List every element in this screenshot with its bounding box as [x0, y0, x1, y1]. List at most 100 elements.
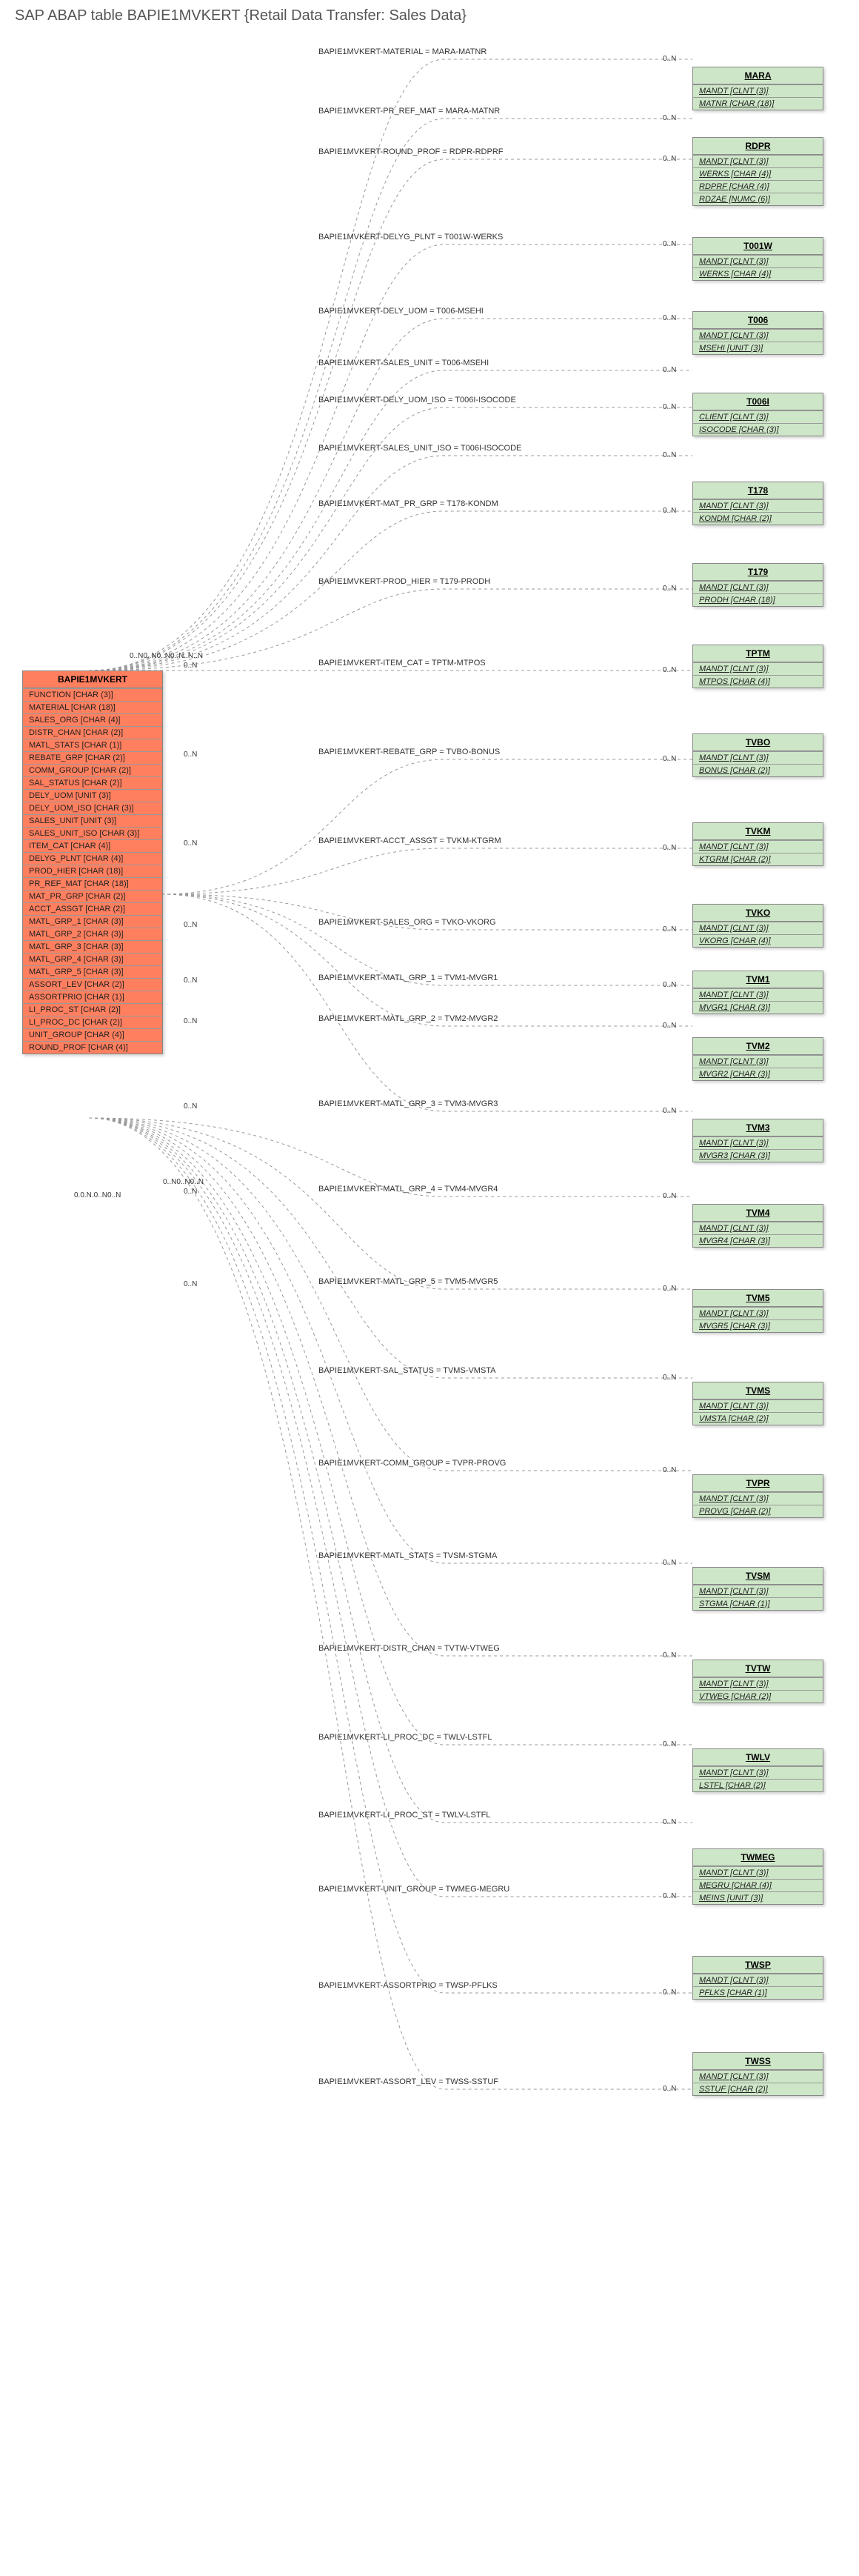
source-field: MATL_GRP_4 [CHAR (3)] — [23, 953, 162, 965]
target-field: MANDT [CLNT (3)] — [693, 662, 823, 675]
target-field: MANDT [CLNT (3)] — [693, 988, 823, 1001]
target-field: MANDT [CLNT (3)] — [693, 499, 823, 512]
target-table-tvm5: TVM5MANDT [CLNT (3)]MVGR5 [CHAR (3)] — [692, 1289, 823, 1333]
target-table-name: TPTM — [693, 645, 823, 662]
target-table-name: TVM2 — [693, 1038, 823, 1055]
target-table-tvm2: TVM2MANDT [CLNT (3)]MVGR2 [CHAR (3)] — [692, 1037, 823, 1081]
relation-label: BAPIE1MVKERT-SALES_ORG = TVKO-VKORG — [318, 918, 496, 927]
target-field: VMSTA [CHAR (2)] — [693, 1412, 823, 1425]
relation-label: BAPIE1MVKERT-REBATE_GRP = TVBO-BONUS — [318, 748, 500, 756]
target-field: PFLKS [CHAR (1)] — [693, 1986, 823, 1999]
target-field: MANDT [CLNT (3)] — [693, 922, 823, 934]
source-field: DISTR_CHAN [CHAR (2)] — [23, 726, 162, 739]
target-field: SSTUF [CHAR (2)] — [693, 2083, 823, 2095]
target-field: WERKS [CHAR (4)] — [693, 167, 823, 180]
target-table-name: TVSM — [693, 1568, 823, 1585]
cardinality-right: 0..N — [663, 314, 676, 322]
target-field: PROVG [CHAR (2)] — [693, 1505, 823, 1517]
source-table-name: BAPIE1MVKERT — [23, 671, 162, 688]
target-field: MANDT [CLNT (3)] — [693, 155, 823, 167]
relation-label: BAPIE1MVKERT-ROUND_PROF = RDPR-RDPRF — [318, 147, 503, 156]
target-field: MANDT [CLNT (3)] — [693, 2070, 823, 2083]
target-field: CLIENT [CLNT (3)] — [693, 410, 823, 423]
target-field: MANDT [CLNT (3)] — [693, 255, 823, 267]
cardinality-right: 0..N — [663, 1022, 676, 1030]
target-table-name: TVKM — [693, 823, 823, 840]
cardinality-right: 0..N — [663, 1651, 676, 1660]
cardinality-right: 0..N — [663, 666, 676, 674]
cardinality-left: 0..N — [184, 1280, 197, 1288]
target-field: MANDT [CLNT (3)] — [693, 1677, 823, 1690]
cardinality-left: 0..N — [184, 662, 197, 670]
relation-label: BAPIE1MVKERT-MATL_GRP_4 = TVM4-MVGR4 — [318, 1185, 498, 1194]
target-field: MVGR5 [CHAR (3)] — [693, 1319, 823, 1332]
target-table-name: TWLV — [693, 1749, 823, 1766]
target-table-name: T001W — [693, 238, 823, 255]
diagram-canvas: SAP ABAP table BAPIE1MVKERT {Retail Data… — [0, 0, 859, 2576]
source-field: COMM_GROUP [CHAR (2)] — [23, 764, 162, 776]
target-table-tvtw: TVTWMANDT [CLNT (3)]VTWEG [CHAR (2)] — [692, 1660, 823, 1703]
relation-label: BAPIE1MVKERT-ASSORTPRIO = TWSP-PFLKS — [318, 1981, 498, 1990]
target-table-mara: MARAMANDT [CLNT (3)]MATNR [CHAR (18)] — [692, 67, 823, 110]
target-field: MANDT [CLNT (3)] — [693, 1307, 823, 1319]
source-field: ACCT_ASSGT [CHAR (2)] — [23, 902, 162, 915]
source-field: UNIT_GROUP [CHAR (4)] — [23, 1028, 162, 1041]
target-field: MANDT [CLNT (3)] — [693, 329, 823, 342]
cardinality-left: 0..N — [184, 839, 197, 848]
relation-label: BAPIE1MVKERT-SALES_UNIT_ISO = T006I-ISOC… — [318, 444, 521, 453]
source-field: LI_PROC_ST [CHAR (2)] — [23, 1003, 162, 1016]
cardinality-right: 0..N — [663, 1285, 676, 1293]
target-field: MVGR1 [CHAR (3)] — [693, 1001, 823, 1014]
cardinality-right: 0..N — [663, 366, 676, 374]
relation-label: BAPIE1MVKERT-UNIT_GROUP = TWMEG-MEGRU — [318, 1885, 509, 1894]
cardinality-right: 0..N — [663, 403, 676, 411]
relation-label: BAPIE1MVKERT-ASSORT_LEV = TWSS-SSTUF — [318, 2077, 498, 2086]
target-field: MANDT [CLNT (3)] — [693, 1974, 823, 1986]
target-table-tvm1: TVM1MANDT [CLNT (3)]MVGR1 [CHAR (3)] — [692, 971, 823, 1014]
cardinality-left: 0..N — [184, 1017, 197, 1025]
target-table-tvko: TVKOMANDT [CLNT (3)]VKORG [CHAR (4)] — [692, 904, 823, 948]
target-field: STGMA [CHAR (1)] — [693, 1597, 823, 1610]
target-table-name: TVKO — [693, 905, 823, 922]
source-field: SALES_UNIT [UNIT (3)] — [23, 814, 162, 827]
target-field: ISOCODE [CHAR (3)] — [693, 423, 823, 436]
target-table-name: TVM4 — [693, 1205, 823, 1222]
cardinality-right: 0..N — [663, 2085, 676, 2093]
cardinality-right: 0..N — [663, 981, 676, 989]
cardinality-right: 0..N — [663, 844, 676, 852]
target-field: MVGR4 [CHAR (3)] — [693, 1234, 823, 1247]
target-field: MTPOS [CHAR (4)] — [693, 675, 823, 688]
source-field: MATL_GRP_3 [CHAR (3)] — [23, 940, 162, 953]
cardinality-right: 0..N — [663, 1740, 676, 1748]
target-field: MATNR [CHAR (18)] — [693, 97, 823, 110]
relation-label: BAPIE1MVKERT-MAT_PR_GRP = T178-KONDM — [318, 499, 498, 508]
target-table-name: TWSS — [693, 2053, 823, 2070]
relation-label: BAPIE1MVKERT-ACCT_ASSGT = TVKM-KTGRM — [318, 836, 501, 845]
target-field: KONDM [CHAR (2)] — [693, 512, 823, 525]
source-field: DELY_UOM [UNIT (3)] — [23, 789, 162, 802]
relation-label: BAPIE1MVKERT-PR_REF_MAT = MARA-MATNR — [318, 107, 500, 116]
source-field: ASSORT_LEV [CHAR (2)] — [23, 978, 162, 991]
relation-label: BAPIE1MVKERT-MATL_GRP_1 = TVM1-MVGR1 — [318, 974, 498, 982]
target-table-tvms: TVMSMANDT [CLNT (3)]VMSTA [CHAR (2)] — [692, 1382, 823, 1425]
cardinality-left: 0..N — [184, 1102, 197, 1111]
target-field: MANDT [CLNT (3)] — [693, 581, 823, 593]
target-table-name: T006I — [693, 393, 823, 410]
page-title: SAP ABAP table BAPIE1MVKERT {Retail Data… — [15, 7, 467, 24]
target-field: MEGRU [CHAR (4)] — [693, 1879, 823, 1891]
source-field: DELYG_PLNT [CHAR (4)] — [23, 852, 162, 865]
target-field: MANDT [CLNT (3)] — [693, 1492, 823, 1505]
source-field: SALES_ORG [CHAR (4)] — [23, 713, 162, 726]
relation-label: BAPIE1MVKERT-DISTR_CHAN = TVTW-VTWEG — [318, 1644, 500, 1653]
source-field: MAT_PR_GRP [CHAR (2)] — [23, 890, 162, 902]
target-field: MVGR3 [CHAR (3)] — [693, 1149, 823, 1162]
target-table-name: MARA — [693, 67, 823, 84]
cardinality-right: 0..N — [663, 755, 676, 763]
source-field: SALES_UNIT_ISO [CHAR (3)] — [23, 827, 162, 839]
relation-label: BAPIE1MVKERT-MATL_GRP_2 = TVM2-MVGR2 — [318, 1014, 498, 1023]
target-table-rdpr: RDPRMANDT [CLNT (3)]WERKS [CHAR (4)]RDPR… — [692, 137, 823, 206]
cardinality-right: 0..N — [663, 155, 676, 163]
target-table-name: T179 — [693, 564, 823, 581]
source-field: ASSORTPRIO [CHAR (1)] — [23, 991, 162, 1003]
target-field: BONUS [CHAR (2)] — [693, 764, 823, 776]
